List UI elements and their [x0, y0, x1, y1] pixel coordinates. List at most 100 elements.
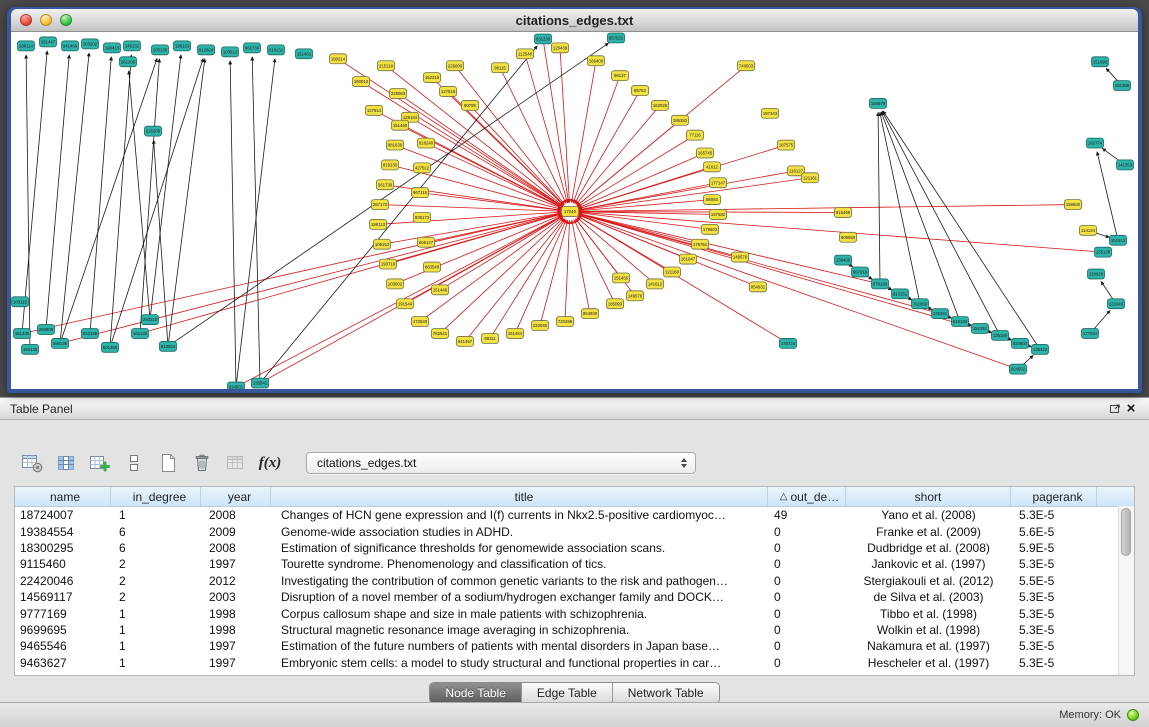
graph-node-label: 501355	[103, 345, 118, 350]
table-row[interactable]: 911546021997Tourette syndrome. Phenomeno…	[15, 556, 1134, 572]
cell-year: 2012	[201, 574, 271, 588]
graph-edge	[1097, 152, 1118, 240]
graph-node-label: 110828	[1089, 272, 1104, 277]
delete-table-icon[interactable]	[190, 451, 214, 475]
cell-title: Investigating the contribution of common…	[271, 574, 768, 588]
cell-name: 9115460	[15, 557, 111, 571]
cell-short: Stergiakouli et al. (2012)	[846, 574, 1011, 588]
memory-ok-indicator-icon	[1127, 709, 1139, 721]
table-settings-icon[interactable]	[20, 451, 44, 475]
table-vertical-scrollbar[interactable]	[1118, 506, 1134, 675]
tab-edge-table[interactable]: Edge Table	[522, 683, 613, 703]
graph-node-label: 854930	[583, 311, 598, 316]
graph-edge	[129, 71, 150, 320]
select-columns-icon[interactable]	[54, 451, 78, 475]
table-row[interactable]: 946362711997Embryonic stem cells: a mode…	[15, 655, 1134, 671]
graph-node-label: 125439	[553, 45, 568, 50]
graph-node-label: 151351	[973, 326, 988, 331]
graph-node-label: 152315	[425, 75, 440, 80]
network-window-titlebar[interactable]: citations_edges.txt	[11, 9, 1138, 32]
graph-node-label: 226006	[448, 63, 463, 68]
table-row[interactable]: 969969511998Structural magnetic resonanc…	[15, 622, 1134, 638]
column-header-out-degree[interactable]: △ out_de…	[768, 487, 846, 506]
graph-node-label: 915135	[953, 319, 968, 324]
tab-network-table[interactable]: Network Table	[613, 683, 719, 703]
close-panel-icon[interactable]: ×	[1123, 401, 1139, 417]
minimize-window-button[interactable]	[40, 14, 52, 26]
graph-node-label: 151447	[41, 40, 56, 45]
cell-in_degree: 2	[111, 557, 201, 571]
column-header-name[interactable]: name	[15, 487, 111, 506]
edit-table-icon[interactable]	[88, 451, 112, 475]
graph-node-label: 194879	[871, 101, 886, 106]
column-header-pagerank[interactable]: pagerank	[1011, 487, 1097, 506]
cell-name: 9777169	[15, 607, 111, 621]
table-panel-body: f(x) citations_edges.txt name in_degree …	[0, 420, 1149, 702]
cell-title: Structural magnetic resonance image aver…	[271, 623, 768, 637]
network-selector-dropdown[interactable]: citations_edges.txt	[306, 452, 696, 474]
graph-node-label: 151513	[1111, 238, 1126, 243]
window-controls	[11, 14, 72, 26]
graph-node-label: 151098	[1093, 59, 1108, 64]
graph-edge	[878, 112, 880, 284]
graph-edge	[880, 112, 920, 304]
graph-node-label: 250515	[143, 317, 158, 322]
table-toolbar: f(x) citations_edges.txt	[14, 450, 1135, 476]
graph-edge	[380, 205, 561, 212]
graph-node-label: 116127	[789, 168, 804, 173]
cell-short: de Silva et al. (2003)	[846, 590, 1011, 604]
tab-node-table[interactable]: Node Table	[430, 683, 522, 703]
graph-node-label: 41612	[706, 164, 719, 169]
scrollbar-thumb[interactable]	[1121, 508, 1131, 556]
zoom-window-button[interactable]	[60, 14, 72, 26]
cell-out_degree: 0	[768, 639, 846, 653]
table-row[interactable]: 1938455462009Genome-wide association stu…	[15, 523, 1134, 539]
table-row[interactable]: 2242004622012Investigating the contribut…	[15, 573, 1134, 589]
cell-in_degree: 6	[111, 541, 201, 555]
graph-node-label: 791960	[913, 301, 928, 306]
column-header-year[interactable]: year	[201, 487, 271, 506]
graph-node-label: 178503	[703, 227, 718, 232]
cell-pagerank: 5.3E-5	[1011, 557, 1097, 571]
network-selector-value: citations_edges.txt	[317, 456, 681, 470]
network-graph[interactable]: 1724019021416001221511822608312751412818…	[11, 32, 1138, 389]
graph-node-label: 17240	[564, 209, 577, 214]
graph-edge	[579, 205, 1073, 212]
table-row[interactable]: 1456911722003Disruption of a novel membe…	[15, 589, 1134, 605]
graph-node-label: 260605	[39, 327, 54, 332]
graph-node-label: 186113	[371, 222, 386, 227]
cell-year: 2009	[201, 525, 271, 539]
graph-node-label: 261208	[121, 59, 136, 64]
column-header-short[interactable]: short	[846, 487, 1011, 506]
graph-node-label: 85093	[706, 197, 719, 202]
column-header-in-degree[interactable]: in_degree	[111, 487, 201, 506]
function-builder-icon[interactable]: f(x)	[258, 451, 282, 475]
new-document-icon[interactable]	[156, 451, 180, 475]
cell-out_degree: 0	[768, 574, 846, 588]
memory-status-label: Memory: OK	[1059, 709, 1121, 721]
import-table-icon[interactable]	[224, 451, 248, 475]
graph-node-label: 924501	[229, 385, 244, 389]
graph-node-label: 854931	[751, 284, 766, 289]
graph-node-label: 151461	[297, 51, 312, 56]
table-row[interactable]: 1830029562008Estimation of significance …	[15, 540, 1134, 556]
graph-node-label: 190718	[381, 262, 396, 267]
graph-node-label: 98111	[484, 336, 496, 341]
row-height-icon[interactable]	[122, 451, 146, 475]
close-window-button[interactable]	[20, 14, 32, 26]
graph-edge	[579, 145, 786, 209]
cell-name: 9465546	[15, 639, 111, 653]
column-header-title[interactable]: title	[271, 487, 768, 506]
cell-name: 9463627	[15, 656, 111, 670]
table-row[interactable]: 946554611997Estimation of the future num…	[15, 638, 1134, 654]
graph-node-label: 101135	[133, 331, 148, 336]
graph-edge	[573, 76, 620, 203]
graph-node-label: 226305	[146, 129, 161, 134]
table-row[interactable]: 1872400712008Changes of HCN gene express…	[15, 507, 1134, 523]
table-row[interactable]: 977716911998Corpus callosum shape and si…	[15, 605, 1134, 621]
graph-node-label: 720496	[558, 319, 573, 324]
float-panel-icon[interactable]	[1107, 401, 1123, 417]
graph-node-label: 135150	[993, 333, 1008, 338]
network-graph-canvas[interactable]: 1724019021416001221511822608312751412818…	[11, 32, 1138, 389]
graph-node-label: 185093	[608, 301, 623, 306]
